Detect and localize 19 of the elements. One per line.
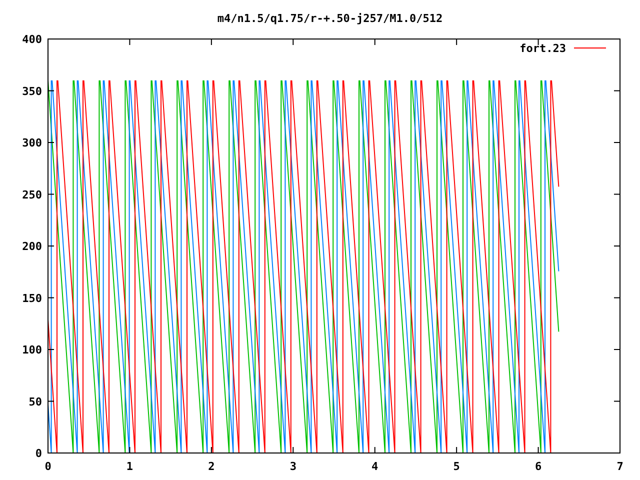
axis-tick-label: 50 bbox=[28, 395, 42, 408]
axis-tick-label: 0 bbox=[35, 447, 42, 460]
axis-tick-label: 100 bbox=[22, 344, 42, 356]
axis-tick-label: 3 bbox=[290, 460, 296, 473]
axis-tick-label: 300 bbox=[22, 136, 42, 150]
chart-title: m4/n1.5/q1.75/r-+.50-j257/M1.0/512 bbox=[217, 12, 443, 25]
axis-tick-label: 250 bbox=[22, 188, 42, 202]
axis-tick-label: 400 bbox=[22, 33, 42, 46]
axis-tick-label: 1 bbox=[126, 460, 134, 473]
axis-tick-label: 200 bbox=[22, 240, 42, 253]
axis-tick-label: 6 bbox=[534, 460, 542, 473]
axis-tick-label: 5 bbox=[453, 460, 460, 473]
axis-tick-label: 4 bbox=[372, 460, 378, 473]
axis-tick-label: 350 bbox=[22, 84, 42, 98]
legend-label: fort.23 bbox=[520, 42, 566, 55]
axis-tick-label: 7 bbox=[616, 460, 624, 473]
axis-tick-label: 150 bbox=[22, 292, 42, 305]
axis-tick-label: 0 bbox=[44, 460, 52, 473]
axis-tick-label: 2 bbox=[208, 460, 215, 473]
